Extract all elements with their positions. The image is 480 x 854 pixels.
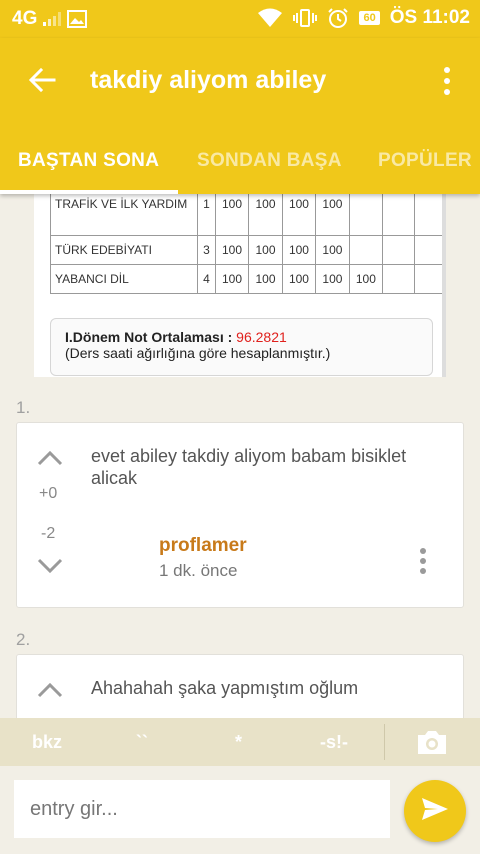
send-button[interactable] bbox=[404, 780, 466, 842]
more-vert-icon[interactable] bbox=[419, 547, 427, 575]
course-name: TÜRK EDEBİYATI bbox=[49, 235, 199, 265]
grade-cell: 100 bbox=[214, 264, 250, 294]
entry-input[interactable] bbox=[14, 780, 390, 838]
tab-bastan-sona[interactable]: BAŞTAN SONA bbox=[18, 150, 159, 172]
table-row: TÜRK EDEBİYATI 3 100 100 100 100 bbox=[49, 235, 446, 265]
entry-text: evet abiley takdiy aliyom babam bisiklet… bbox=[91, 446, 407, 488]
course-hours: 3 bbox=[197, 235, 216, 265]
grade-cell: 100 bbox=[248, 264, 283, 294]
send-icon bbox=[420, 796, 450, 827]
grade-cell: 100 bbox=[315, 264, 350, 294]
downvote-icon[interactable] bbox=[37, 557, 63, 575]
average-note: (Ders saati ağırlığına göre hesaplanmışt… bbox=[65, 345, 331, 361]
table-row: TRAFİK VE İLK YARDIM 1 100 100 100 100 bbox=[49, 194, 446, 236]
upvote-count: +0 bbox=[39, 485, 58, 502]
format-bar: bkz `` * -s!- bbox=[0, 718, 480, 766]
grade-cell: 100 bbox=[214, 194, 250, 236]
author-link[interactable]: proflamer bbox=[159, 535, 247, 557]
grade-cell bbox=[382, 264, 415, 294]
grade-cell bbox=[382, 194, 415, 236]
grade-cell: 100 bbox=[281, 264, 317, 294]
wifi-icon bbox=[257, 8, 283, 28]
grade-cell bbox=[413, 235, 446, 265]
course-name: YABANCI DİL bbox=[49, 264, 199, 294]
signal-icon bbox=[43, 12, 62, 26]
grade-cell bbox=[413, 194, 446, 236]
camera-icon[interactable] bbox=[416, 728, 448, 756]
app-bar: takdiy aliyom abiley BAŞTAN SONA SONDAN … bbox=[0, 38, 480, 194]
grade-table: TRAFİK VE İLK YARDIM 1 100 100 100 100 T… bbox=[49, 194, 446, 294]
grade-cell: 100 bbox=[315, 235, 350, 265]
average-value: 96.2821 bbox=[236, 329, 287, 345]
upvote-icon[interactable] bbox=[37, 449, 63, 467]
arrow-left-icon[interactable] bbox=[26, 64, 58, 96]
course-hours: 4 bbox=[197, 264, 216, 294]
grade-cell: 100 bbox=[348, 264, 384, 294]
grade-cell bbox=[348, 194, 384, 236]
entry-index: 2. bbox=[16, 630, 31, 649]
grade-cell: 100 bbox=[315, 194, 350, 236]
battery-indicator: 60 bbox=[359, 11, 380, 25]
backtick-button[interactable]: `` bbox=[136, 732, 148, 753]
entry-index: 1. bbox=[16, 398, 31, 417]
entry-list[interactable]: TRAFİK VE İLK YARDIM 1 100 100 100 100 T… bbox=[0, 194, 480, 718]
downvote-count: -2 bbox=[41, 525, 56, 542]
star-button[interactable]: * bbox=[235, 732, 242, 753]
divider bbox=[384, 724, 385, 760]
tab-sondan-basa[interactable]: SONDAN BAŞA bbox=[197, 150, 342, 172]
image-notification-icon bbox=[67, 10, 88, 28]
vibrate-icon bbox=[293, 8, 318, 28]
alarm-icon bbox=[327, 7, 349, 29]
grade-report-image: TRAFİK VE İLK YARDIM 1 100 100 100 100 T… bbox=[34, 194, 446, 377]
table-row: YABANCI DİL 4 100 100 100 100 100 bbox=[49, 264, 446, 294]
grade-cell: 100 bbox=[214, 235, 250, 265]
bkz-button[interactable]: bkz bbox=[32, 732, 62, 753]
tab-populer[interactable]: POPÜLER bbox=[378, 150, 472, 172]
page-title: takdiy aliyom abiley bbox=[90, 66, 327, 94]
more-vert-icon[interactable] bbox=[442, 66, 452, 96]
spoiler-button[interactable]: -s!- bbox=[320, 732, 348, 753]
entry-card: Ahahahah şaka yapmıştım oğlum bbox=[16, 654, 464, 718]
grade-cell bbox=[413, 264, 446, 294]
status-bar: 4G 60 ÖS 11:02 bbox=[0, 0, 480, 38]
average-label: I.Dönem Not Ortalaması : bbox=[65, 329, 233, 345]
grade-cell: 100 bbox=[248, 194, 283, 236]
average-box: I.Dönem Not Ortalaması : 96.2821 (Ders s… bbox=[50, 318, 433, 376]
network-indicator: 4G bbox=[12, 8, 38, 29]
grade-cell bbox=[382, 235, 415, 265]
entry-text: Ahahahah şaka yapmıştım oğlum bbox=[91, 678, 359, 698]
clock: ÖS 11:02 bbox=[389, 7, 470, 28]
image-edge bbox=[442, 194, 446, 377]
upvote-icon[interactable] bbox=[37, 681, 63, 699]
grade-cell: 100 bbox=[248, 235, 283, 265]
tab-bar: BAŞTAN SONA SONDAN BAŞA POPÜLER bbox=[0, 140, 480, 194]
input-bar bbox=[0, 766, 480, 854]
course-hours: 1 bbox=[197, 194, 216, 236]
tab-indicator bbox=[0, 190, 178, 194]
grade-cell: 100 bbox=[281, 194, 317, 236]
grade-cell: 100 bbox=[281, 235, 317, 265]
entry-time: 1 dk. önce bbox=[159, 561, 238, 580]
grade-cell bbox=[348, 235, 384, 265]
entry-card: +0 -2 evet abiley takdiy aliyom babam bi… bbox=[16, 422, 464, 608]
course-name: TRAFİK VE İLK YARDIM bbox=[49, 194, 199, 236]
